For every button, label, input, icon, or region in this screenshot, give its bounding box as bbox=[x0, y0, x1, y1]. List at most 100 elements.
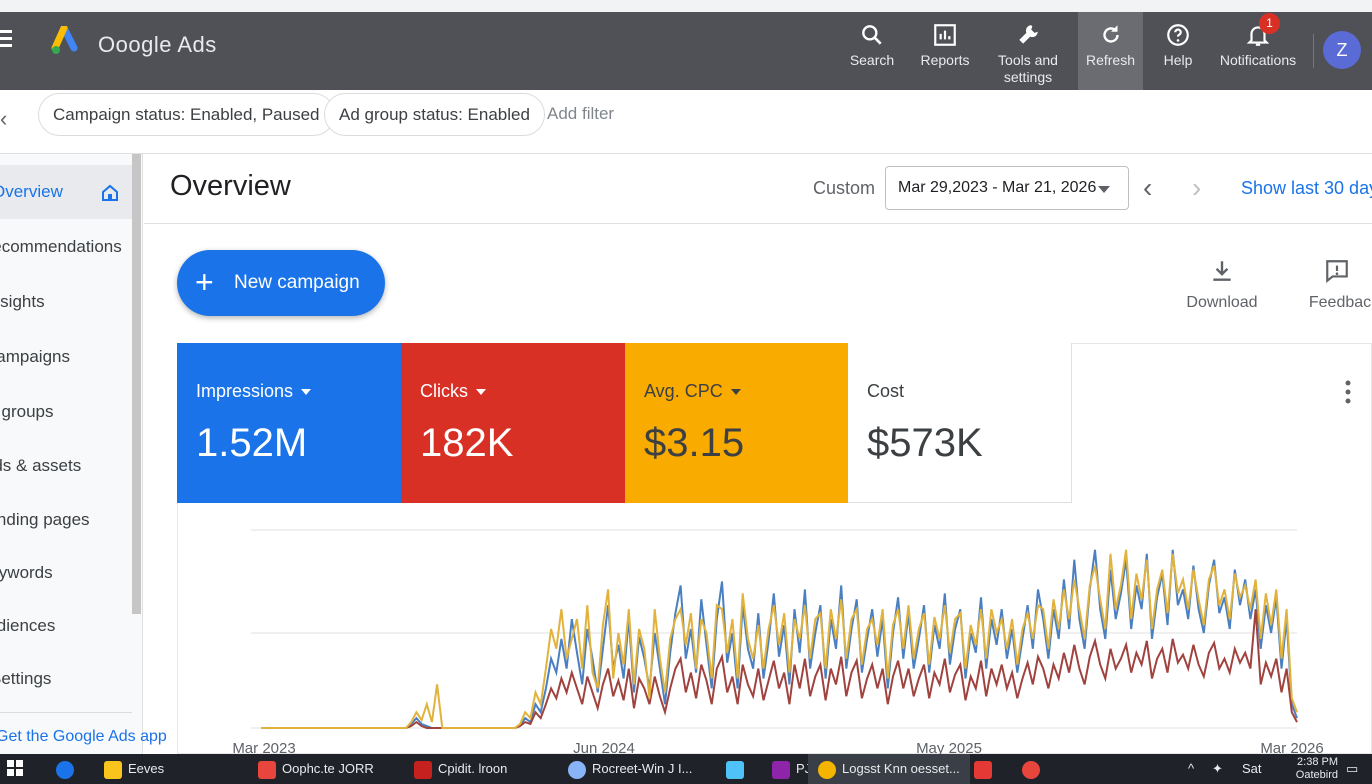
tray-network-icon[interactable]: ✦ bbox=[1212, 754, 1223, 784]
metric-card-avg-cpc[interactable]: Avg. CPC $3.15 bbox=[625, 343, 849, 503]
menu-icon[interactable] bbox=[0, 30, 18, 47]
new-campaign-button[interactable]: + New campaign bbox=[177, 250, 385, 316]
download-icon bbox=[1213, 261, 1231, 281]
chart-series-line-1 bbox=[261, 609, 1298, 729]
metric-label: Cost bbox=[867, 381, 905, 401]
tray-chevron-up-icon[interactable]: ^ bbox=[1188, 754, 1194, 784]
taskbar-app-5[interactable] bbox=[726, 754, 750, 784]
search-icon bbox=[859, 22, 885, 48]
feedback-icon bbox=[1326, 260, 1348, 284]
sidebar-item-label: Ad groups bbox=[0, 402, 54, 421]
sidebar-item-audiences[interactable]: Audiences bbox=[0, 599, 132, 653]
next-period-chevron-icon[interactable]: › bbox=[1192, 172, 1201, 204]
home-icon bbox=[100, 183, 120, 203]
taskbar-app-active[interactable]: Logsst Knn oesset... bbox=[808, 754, 970, 784]
date-range-picker[interactable]: Mar 29,2023 - Mar 21, 2026 bbox=[885, 166, 1129, 210]
taskbar-app-label: Rocreet-Win J I... bbox=[592, 761, 693, 776]
sidebar-item-label: Keywords bbox=[0, 563, 53, 582]
taskbar-app-label: Oophc.te JORR bbox=[282, 761, 374, 776]
sidebar-item-campaigns[interactable]: Campaigns bbox=[0, 330, 132, 384]
taskbar-app-8[interactable] bbox=[974, 754, 998, 784]
sidebar-item-label: Landing pages bbox=[0, 510, 90, 529]
help-icon bbox=[1165, 22, 1191, 48]
topbar-help-label: Help bbox=[1163, 52, 1193, 68]
metric-card-impressions[interactable]: Impressions 1.52M bbox=[177, 343, 401, 503]
topbar-search-button[interactable]: Search bbox=[842, 12, 902, 90]
topbar-reports-label: Reports bbox=[920, 52, 970, 68]
taskbar-app-label: Cpidit. lroon bbox=[438, 761, 508, 776]
topbar-tools-label: Tools and settings bbox=[998, 52, 1058, 85]
metric-card-clicks[interactable]: Clicks 182K bbox=[401, 343, 625, 503]
refresh-icon bbox=[1098, 22, 1124, 48]
taskbar-app-2[interactable]: Oophc.te JORR bbox=[258, 754, 374, 784]
sidebar-item-label: Recommendations bbox=[0, 237, 122, 256]
dropdown-arrow-icon[interactable] bbox=[301, 389, 312, 396]
browser-icon bbox=[56, 760, 74, 779]
top-strip bbox=[0, 0, 1372, 12]
topbar-notifications-label: Notifications bbox=[1219, 52, 1297, 68]
taskbar-app-browser[interactable] bbox=[56, 754, 80, 784]
tray-text: Sat bbox=[1242, 761, 1262, 776]
notification-center-icon[interactable]: ▭ bbox=[1346, 754, 1358, 784]
performance-line-chart: Mar 2023 Jun 2024 May 2025 Mar 2026 bbox=[232, 529, 1324, 754]
filter-chip-ad-group-status[interactable]: Ad group status: Enabled bbox=[324, 93, 545, 136]
sidebar-scrollbar[interactable] bbox=[132, 154, 141, 614]
topbar-search-label: Search bbox=[849, 52, 895, 68]
sidebar-item-insights[interactable]: Insights bbox=[0, 275, 132, 329]
sidebar-item-ad-groups[interactable]: Ad groups bbox=[0, 385, 132, 439]
taskbar-app-6[interactable]: PJ bbox=[772, 754, 811, 784]
sidebar-item-ads-assets[interactable]: Ads & assets bbox=[0, 439, 132, 493]
topbar-help-button[interactable]: Help bbox=[1153, 12, 1203, 90]
taskbar-app-files[interactable]: Eeves bbox=[104, 754, 164, 784]
previous-period-chevron-icon[interactable]: ‹ bbox=[1143, 172, 1152, 204]
dropdown-arrow-icon[interactable] bbox=[730, 389, 741, 396]
chevron-left-icon[interactable]: ‹ bbox=[0, 106, 7, 132]
sidebar-item-landing-pages[interactable]: Landing pages bbox=[0, 493, 132, 547]
app-icon bbox=[414, 760, 432, 779]
sidebar-item-keywords[interactable]: Keywords bbox=[0, 546, 132, 600]
more-options-icon[interactable] bbox=[1340, 378, 1356, 408]
clock[interactable]: 2:38 PM Oatebird bbox=[1296, 756, 1338, 782]
download-button[interactable]: Download bbox=[1183, 258, 1261, 312]
app-icon bbox=[1022, 760, 1040, 779]
taskbar-app-3[interactable]: Cpidit. lroon bbox=[414, 754, 507, 784]
sidebar-item-label: Ads & assets bbox=[0, 456, 82, 475]
topbar-divider bbox=[1313, 34, 1314, 68]
chart-x-tick-label: Mar 2026 bbox=[1260, 740, 1323, 754]
account-avatar[interactable]: Z bbox=[1323, 31, 1361, 69]
feedback-button[interactable]: Feedback bbox=[1302, 258, 1372, 312]
sidebar-divider bbox=[0, 712, 132, 713]
add-filter-button[interactable]: Add filter bbox=[547, 104, 614, 124]
taskbar-app-4[interactable]: Rocreet-Win J I... bbox=[568, 754, 692, 784]
topbar-refresh-button[interactable]: Refresh bbox=[1078, 12, 1143, 90]
topbar-notifications-button[interactable]: Notifications bbox=[1212, 12, 1304, 90]
topbar-tools-button[interactable]: Tools and settings bbox=[988, 12, 1068, 90]
topbar-refresh-label: Refresh bbox=[1085, 52, 1136, 68]
page-header bbox=[144, 154, 1372, 224]
topbar-reports-button[interactable]: Reports bbox=[912, 12, 978, 90]
filter-chip-campaign-status[interactable]: Campaign status: Enabled, Paused bbox=[38, 93, 335, 136]
google-ads-logo-icon[interactable] bbox=[50, 24, 78, 56]
reports-icon bbox=[932, 22, 958, 48]
sidebar-item-label: Overview bbox=[0, 182, 63, 201]
metric-card-cost[interactable]: Cost $573K bbox=[848, 343, 1072, 503]
dropdown-arrow-icon[interactable] bbox=[476, 389, 486, 396]
chart-x-tick-label: Mar 2023 bbox=[232, 740, 295, 754]
start-button[interactable] bbox=[6, 754, 24, 784]
download-label: Download bbox=[1186, 294, 1258, 311]
taskbar-app-9[interactable] bbox=[1022, 754, 1046, 784]
clock-date: Oatebird bbox=[1295, 769, 1338, 781]
feedback-label: Feedback bbox=[1308, 294, 1372, 311]
sidebar-item-settings[interactable]: Settings bbox=[0, 652, 132, 706]
get-app-link[interactable]: Get the Google Ads app bbox=[0, 728, 167, 746]
wrench-icon bbox=[1015, 22, 1041, 48]
folder-icon bbox=[104, 760, 122, 779]
sidebar-item-recommendations[interactable]: Recommendations bbox=[0, 220, 132, 274]
sidebar-item-label: Audiences bbox=[0, 616, 56, 635]
metric-value: 182K bbox=[420, 421, 514, 465]
show-last-30-days-link[interactable]: Show last 30 days bbox=[1241, 178, 1372, 199]
app-icon bbox=[568, 760, 586, 779]
metric-value: $573K bbox=[867, 421, 983, 465]
chart-x-tick-label: May 2025 bbox=[916, 740, 982, 754]
notification-count-badge: 1 bbox=[1259, 13, 1280, 34]
